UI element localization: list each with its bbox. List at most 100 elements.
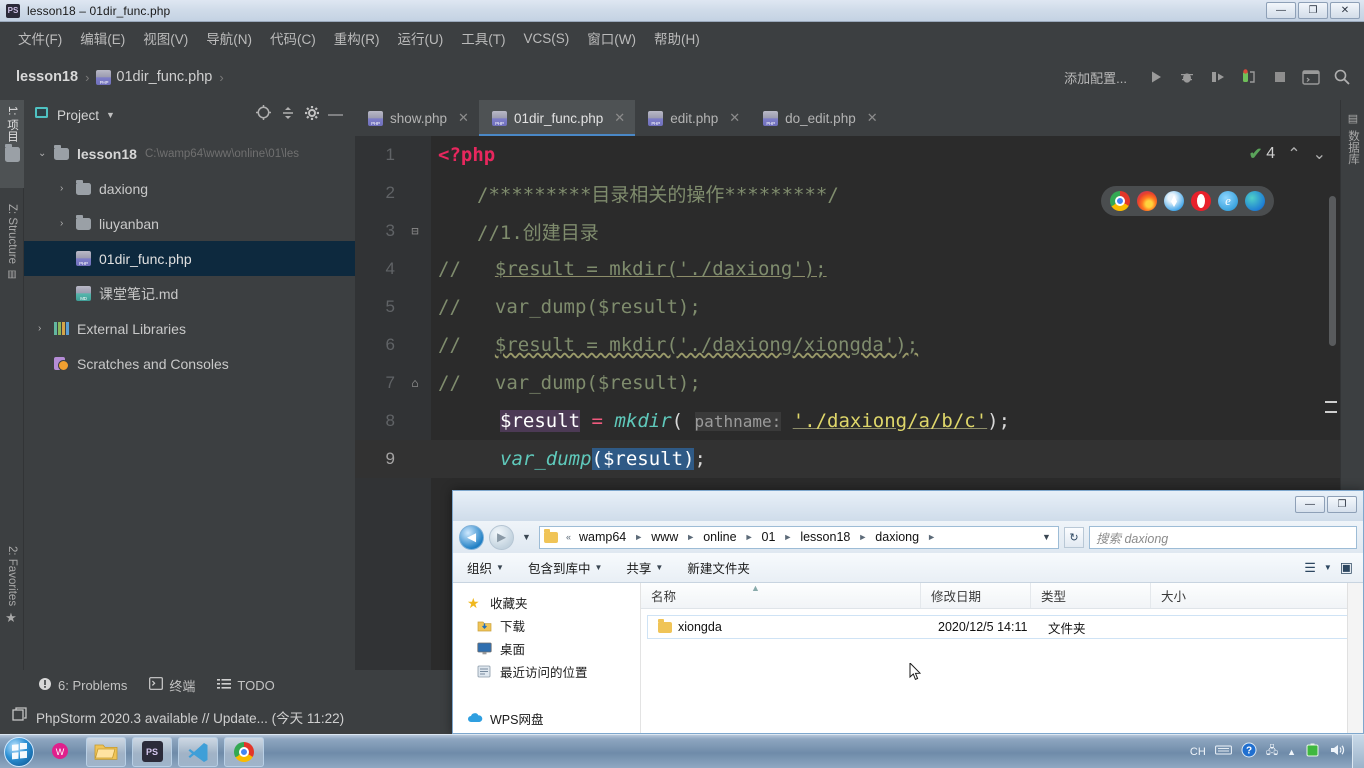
edge-icon[interactable] <box>1245 191 1265 211</box>
tab-show-php[interactable]: show.php ✕ <box>355 100 479 136</box>
add-configuration-button[interactable]: 添加配置... <box>1064 68 1127 87</box>
chevron-down-icon[interactable]: ▼ <box>106 110 115 120</box>
nav-item-recent-places[interactable]: 最近访问的位置 <box>453 660 640 683</box>
sidebar-item-structure[interactable]: Z: Structure ▥ <box>0 198 24 318</box>
network-icon[interactable]: 🖧 <box>1266 742 1278 761</box>
view-dropdown-caret[interactable]: ▼ <box>1324 563 1332 572</box>
breadcrumb-www[interactable]: www <box>651 530 678 544</box>
menu-help[interactable]: 帮助(H) <box>646 25 708 51</box>
chevron-right-icon[interactable]: › <box>38 323 54 334</box>
menu-tools[interactable]: 工具(T) <box>453 25 513 51</box>
status-message[interactable]: PhpStorm 2020.3 available // Update... (… <box>36 707 344 727</box>
profiler-button[interactable] <box>1235 63 1263 91</box>
taskbar-item-vscode[interactable] <box>178 736 218 767</box>
start-orb[interactable] <box>4 736 34 767</box>
chevron-up-icon[interactable]: ⌃ <box>1287 144 1300 164</box>
breadcrumb-01[interactable]: 01 <box>762 530 776 544</box>
run-button[interactable] <box>1142 63 1170 91</box>
terminal-tool-button[interactable]: 终端 <box>149 676 195 695</box>
nav-item-favorites[interactable]: ★ 收藏夹 <box>453 591 640 614</box>
minimize-button[interactable]: — <box>1266 2 1296 19</box>
breadcrumb-lesson18[interactable]: lesson18 <box>800 530 850 544</box>
expand-collapse-icon[interactable] <box>280 105 296 126</box>
tree-item-01dir-func-php[interactable]: 01dir_func.php <box>24 241 355 276</box>
new-folder-button[interactable]: 新建文件夹 <box>687 558 750 577</box>
problems-tool-button[interactable]: 6: Problems <box>38 677 127 694</box>
breadcrumb-project[interactable]: lesson18 <box>16 69 78 85</box>
back-button[interactable]: ◄ <box>459 524 484 550</box>
hide-panel-icon[interactable]: — <box>328 107 343 122</box>
recent-locations-caret[interactable]: ▼ <box>519 532 534 542</box>
breadcrumb-wamp64[interactable]: wamp64 <box>579 530 626 544</box>
table-row[interactable]: xiongda 2020/12/5 14:11 文件夹 <box>647 615 1355 639</box>
nav-item-wps-cloud[interactable]: WPS网盘 <box>453 707 640 730</box>
sidebar-item-database[interactable]: ▤ 数据库 <box>1341 106 1364 216</box>
organize-button[interactable]: 组织 ▼ <box>467 558 504 577</box>
safari-icon[interactable] <box>1164 191 1184 211</box>
search-everywhere-button[interactable] <box>1328 63 1356 91</box>
settings-gear-icon[interactable] <box>304 105 320 126</box>
chrome-icon[interactable] <box>1110 191 1130 211</box>
debug-button[interactable] <box>1173 63 1201 91</box>
tree-item-liuyanban[interactable]: › liuyanban <box>24 206 355 241</box>
chevron-right-icon[interactable]: › <box>60 183 76 194</box>
explorer-minimize-button[interactable]: — <box>1295 496 1325 513</box>
help-icon[interactable]: ? <box>1241 742 1257 761</box>
ime-keyboard-icon[interactable] <box>1214 744 1232 759</box>
menu-file[interactable]: 文件(F) <box>10 25 70 51</box>
sidebar-item-favorites[interactable]: 2: Favorites ★ <box>0 540 24 660</box>
breadcrumb-daxiong[interactable]: daxiong <box>875 530 919 544</box>
tree-item-external-libraries[interactable]: › External Libraries <box>24 311 355 346</box>
battery-icon[interactable] <box>1305 743 1321 760</box>
tree-item-lesson18[interactable]: ⌄ lesson18 C:\wamp64\www\online\01\les <box>24 136 355 171</box>
close-icon[interactable]: ✕ <box>614 110 625 126</box>
menu-edit[interactable]: 编辑(E) <box>72 25 133 51</box>
tab-01dir-func-php[interactable]: 01dir_func.php ✕ <box>478 100 636 136</box>
search-input[interactable]: 搜索 daxiong <box>1089 525 1357 549</box>
tree-item-scratches[interactable]: Scratches and Consoles <box>24 346 355 381</box>
explorer-restore-button[interactable]: ❐ <box>1327 496 1357 513</box>
menu-window[interactable]: 窗口(W) <box>579 25 644 51</box>
forward-button[interactable]: ► <box>489 524 514 550</box>
notification-icon[interactable] <box>12 707 27 727</box>
volume-icon[interactable] <box>1330 743 1346 760</box>
todo-tool-button[interactable]: TODO <box>217 678 275 693</box>
menu-view[interactable]: 视图(V) <box>135 25 196 51</box>
column-date-modified[interactable]: 修改日期 <box>921 583 1031 608</box>
taskbar-item-chrome[interactable] <box>224 736 264 767</box>
column-name[interactable]: 名称 <box>641 583 921 608</box>
explorer-scrollbar[interactable] <box>1347 583 1363 733</box>
editor-scrollbar[interactable] <box>1329 196 1336 346</box>
tab-do-edit-php[interactable]: do_edit.php ✕ <box>750 100 887 136</box>
tree-item-ketangbiji-md[interactable]: 课堂笔记.md <box>24 276 355 311</box>
breadcrumb-file[interactable]: 01dir_func.php <box>116 69 212 85</box>
internet-explorer-icon[interactable]: e <box>1218 191 1238 211</box>
tab-edit-php[interactable]: edit.php ✕ <box>635 100 750 136</box>
breadcrumb-overflow[interactable]: « <box>566 532 571 542</box>
chevron-right-icon[interactable]: › <box>60 218 76 229</box>
firefox-icon[interactable] <box>1137 191 1157 211</box>
show-desktop-button[interactable] <box>1352 735 1364 768</box>
nav-item-downloads[interactable]: 下载 <box>453 614 640 637</box>
taskbar-item-phpstorm[interactable]: PS <box>132 736 172 767</box>
nav-item-desktop[interactable]: 桌面 <box>453 637 640 660</box>
menu-run[interactable]: 运行(U) <box>390 25 452 51</box>
show-hidden-icons[interactable]: ▲ <box>1287 747 1296 757</box>
stop-button[interactable] <box>1266 63 1294 91</box>
restore-button[interactable]: ❐ <box>1298 2 1328 19</box>
include-in-library-button[interactable]: 包含到库中 ▼ <box>528 558 602 577</box>
chevron-down-icon[interactable]: ⌄ <box>1313 144 1326 164</box>
column-size[interactable]: 大小 <box>1151 583 1261 608</box>
refresh-button[interactable]: ↻ <box>1064 526 1084 548</box>
address-dropdown-caret[interactable]: ▼ <box>1039 532 1054 542</box>
tree-item-daxiong[interactable]: › daxiong <box>24 171 355 206</box>
locate-icon[interactable] <box>255 104 272 126</box>
taskbar-item-file-explorer[interactable] <box>86 736 126 767</box>
chevron-down-icon[interactable]: ⌄ <box>38 148 54 159</box>
run-with-coverage-button[interactable] <box>1204 63 1232 91</box>
change-view-icon[interactable]: ☰ <box>1304 560 1316 576</box>
preview-pane-icon[interactable]: ▣ <box>1340 559 1353 576</box>
taskbar-item-wps[interactable]: W <box>40 737 80 767</box>
menu-vcs[interactable]: VCS(S) <box>516 28 578 49</box>
breadcrumb-online[interactable]: online <box>703 530 736 544</box>
